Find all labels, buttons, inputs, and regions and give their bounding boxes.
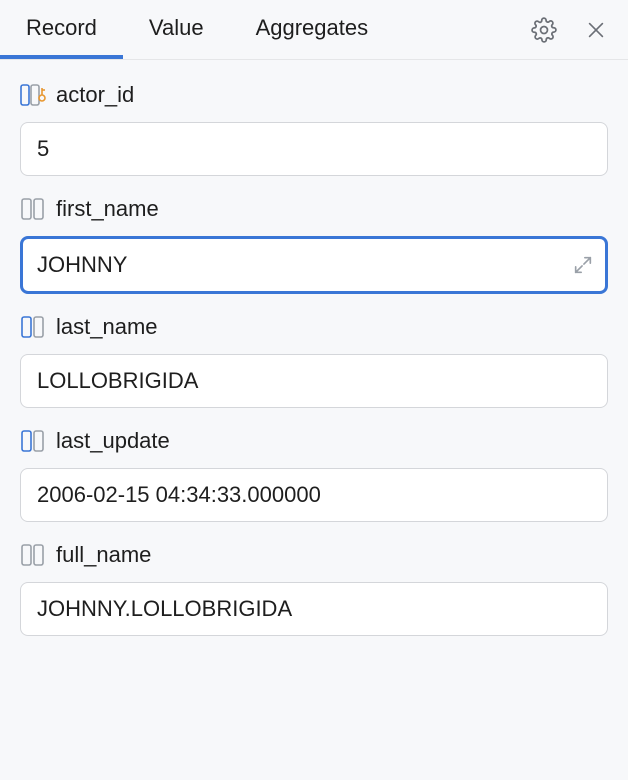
input-wrap xyxy=(20,122,608,176)
tabbar: Record Value Aggregates xyxy=(0,0,628,60)
field-name: actor_id xyxy=(56,82,134,108)
field-name: first_name xyxy=(56,196,159,222)
tab-value[interactable]: Value xyxy=(123,0,230,59)
last-name-input[interactable] xyxy=(20,354,608,408)
field-last-update: last_update xyxy=(20,428,608,522)
field-name: full_name xyxy=(56,542,151,568)
input-wrap xyxy=(20,236,608,294)
expand-icon[interactable] xyxy=(572,254,594,276)
column-icon xyxy=(20,544,46,566)
indexed-column-icon xyxy=(20,316,46,338)
record-content: actor_id first_name xyxy=(0,60,628,676)
tabs: Record Value Aggregates xyxy=(0,0,394,59)
field-first-name: first_name xyxy=(20,196,608,294)
close-icon[interactable] xyxy=(582,16,610,44)
tab-record[interactable]: Record xyxy=(0,0,123,59)
full-name-input[interactable] xyxy=(20,582,608,636)
field-label: last_name xyxy=(20,314,608,340)
input-wrap xyxy=(20,582,608,636)
input-wrap xyxy=(20,468,608,522)
last-update-input[interactable] xyxy=(20,468,608,522)
gear-icon[interactable] xyxy=(530,16,558,44)
tab-aggregates[interactable]: Aggregates xyxy=(230,0,395,59)
input-wrap xyxy=(20,354,608,408)
indexed-column-icon xyxy=(20,430,46,452)
field-label: actor_id xyxy=(20,82,608,108)
first-name-input[interactable] xyxy=(20,236,608,294)
key-column-icon xyxy=(20,84,46,106)
field-label: last_update xyxy=(20,428,608,454)
toolbar-icons xyxy=(530,16,610,44)
field-full-name: full_name xyxy=(20,542,608,636)
column-icon xyxy=(20,198,46,220)
actor-id-input[interactable] xyxy=(20,122,608,176)
field-actor-id: actor_id xyxy=(20,82,608,176)
field-name: last_name xyxy=(56,314,158,340)
field-last-name: last_name xyxy=(20,314,608,408)
field-name: last_update xyxy=(56,428,170,454)
field-label: first_name xyxy=(20,196,608,222)
field-label: full_name xyxy=(20,542,608,568)
